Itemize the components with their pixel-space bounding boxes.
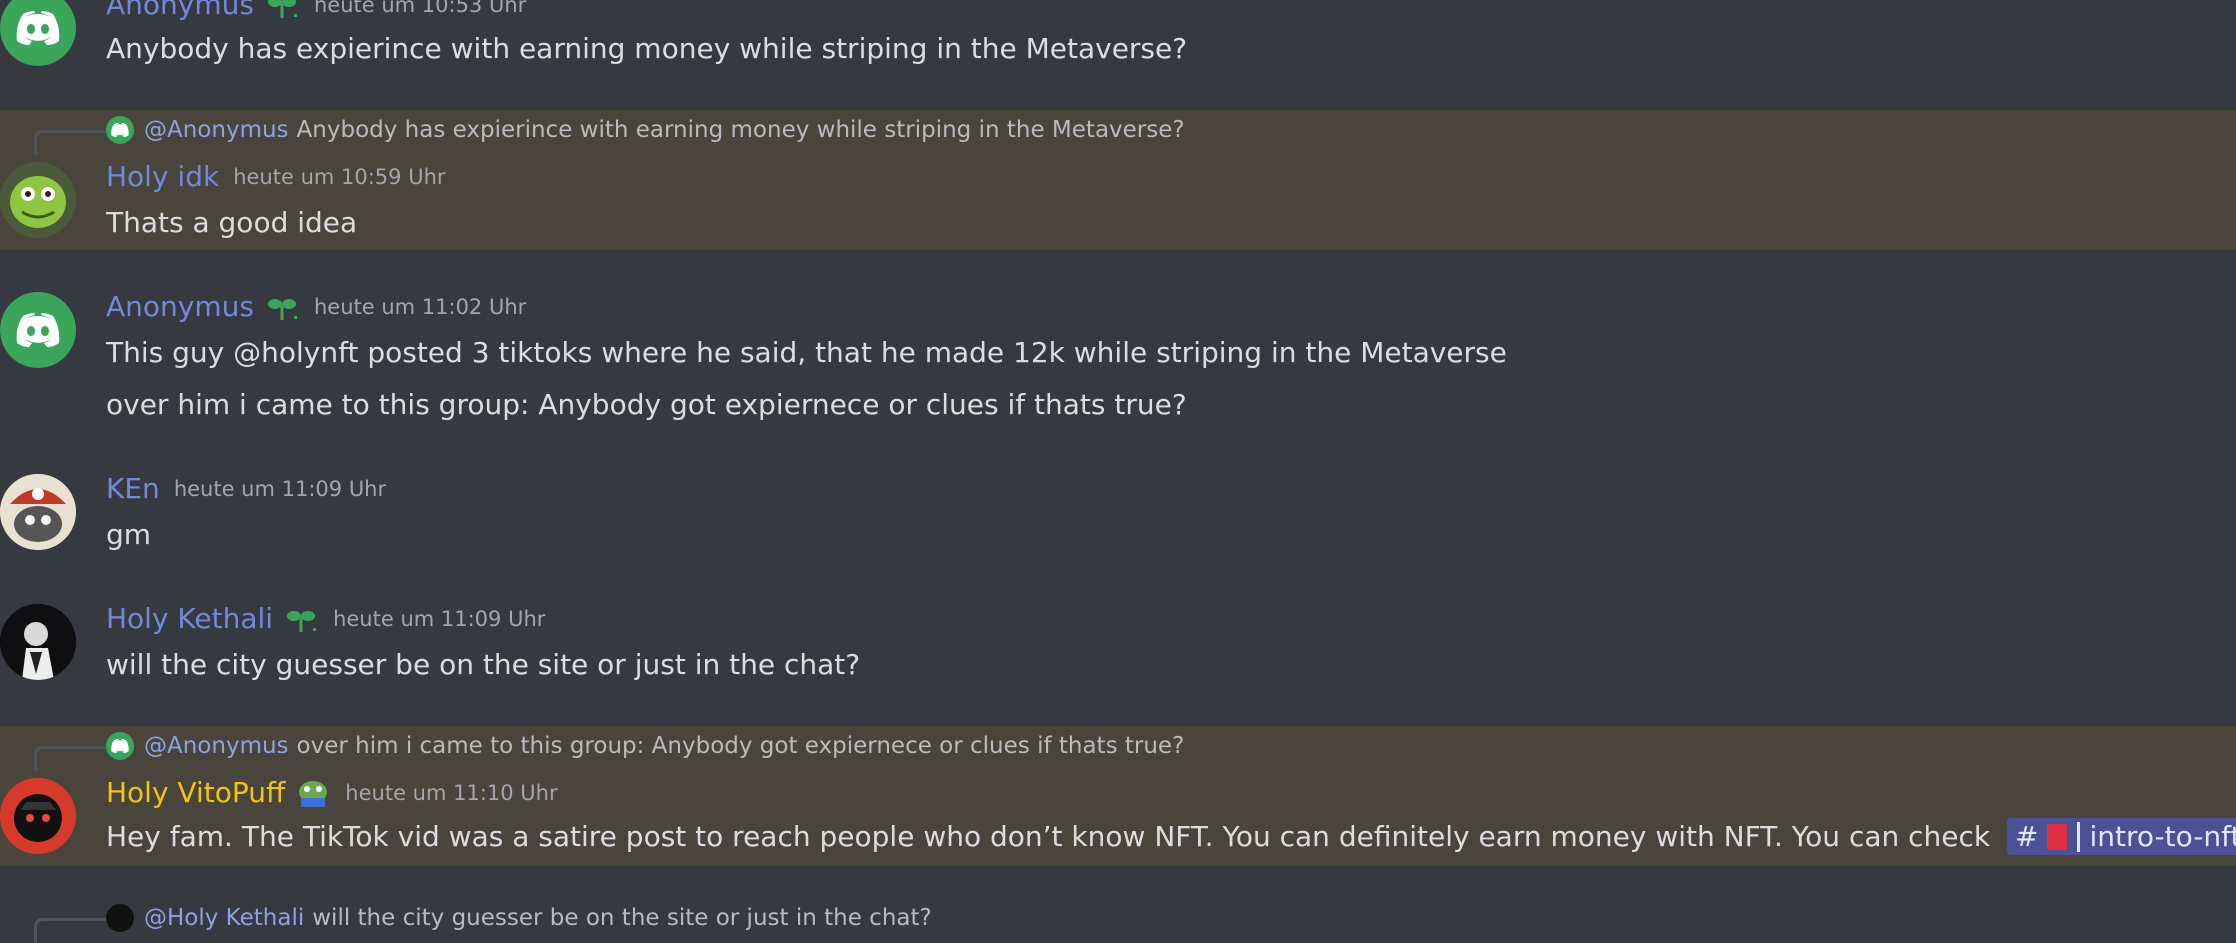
discord-logo-icon xyxy=(16,313,60,347)
timestamp: heute um 11:02 Uhr xyxy=(314,295,526,319)
pirate-avatar-icon xyxy=(0,474,76,550)
reply-text: will the city guesser be on the site or … xyxy=(312,905,931,931)
timestamp: heute um 11:10 Uhr xyxy=(345,781,557,805)
avatar[interactable] xyxy=(0,162,76,238)
reply-author[interactable]: @Holy Kethali xyxy=(144,905,304,931)
message-text: will the city guesser be on the site or … xyxy=(106,648,860,681)
message-text: Hey fam. The TikTok vid was a satire pos… xyxy=(106,820,2236,853)
avatar[interactable] xyxy=(0,292,76,368)
message-text-content: Hey fam. The TikTok vid was a satire pos… xyxy=(106,820,1990,853)
author-name[interactable]: Anonymus xyxy=(106,0,254,21)
mini-avatar xyxy=(106,904,134,932)
reply-preview[interactable]: @Holy Kethali will the city guesser be o… xyxy=(106,904,932,932)
message-text: gm xyxy=(106,518,151,551)
discord-logo-icon xyxy=(111,739,129,753)
divider-bar-icon xyxy=(2077,822,2080,852)
avatar[interactable] xyxy=(0,0,76,66)
author-name[interactable]: Anonymus xyxy=(106,290,254,323)
message: Anonymus heute um 10:53 Uhr Anybody has … xyxy=(0,0,2236,70)
avatar[interactable] xyxy=(0,778,76,854)
puffer-avatar-icon xyxy=(0,778,76,854)
mini-avatar xyxy=(106,732,134,760)
avatar[interactable] xyxy=(0,604,76,680)
sprout-icon xyxy=(283,604,319,634)
discord-logo-icon xyxy=(16,11,60,45)
message: Holy Kethali heute um 11:09 Uhr will the… xyxy=(0,590,2236,700)
message-text: Thats a good idea xyxy=(106,206,357,239)
sprout-icon xyxy=(264,292,300,322)
sprout-icon xyxy=(264,0,300,20)
timestamp: heute um 10:59 Uhr xyxy=(233,165,445,189)
author-name[interactable]: KEn xyxy=(106,472,160,505)
message-text: Anybody has expierince with earning mone… xyxy=(106,32,1187,65)
discord-logo-icon xyxy=(111,123,129,137)
timestamp: heute um 11:09 Uhr xyxy=(333,607,545,631)
mini-avatar xyxy=(106,116,134,144)
message: @Anonymus Anybody has expierince with ea… xyxy=(0,110,2236,250)
timestamp: heute um 10:53 Uhr xyxy=(314,0,526,17)
reply-author[interactable]: @Anonymus xyxy=(144,117,289,143)
author-name[interactable]: Holy Kethali xyxy=(106,602,273,635)
reply-author[interactable]: @Anonymus xyxy=(144,733,289,759)
reply-text: over him i came to this group: Anybody g… xyxy=(297,733,1185,759)
reply-text: Anybody has expierince with earning mone… xyxy=(297,117,1185,143)
timestamp: heute um 11:09 Uhr xyxy=(174,477,386,501)
reply-spine xyxy=(34,918,109,943)
author-name[interactable]: Holy idk xyxy=(106,160,219,193)
reply-preview[interactable]: @Anonymus Anybody has expierince with ea… xyxy=(106,116,1185,144)
reply-spine xyxy=(34,746,109,771)
reply-preview[interactable]: @Anonymus over him i came to this group:… xyxy=(106,732,1184,760)
red-book-icon xyxy=(2047,824,2067,850)
anime-character-avatar-icon xyxy=(0,604,76,680)
reply-spine xyxy=(34,130,109,155)
hash-icon: # xyxy=(2015,820,2038,853)
message: Anonymus heute um 11:02 Uhr This guy @ho… xyxy=(0,280,2236,430)
avatar[interactable] xyxy=(0,474,76,550)
message: @Anonymus over him i came to this group:… xyxy=(0,726,2236,866)
message: KEn heute um 11:09 Uhr gm xyxy=(0,460,2236,570)
message-text: This guy @holynft posted 3 tiktoks where… xyxy=(106,336,1507,369)
green-monster-avatar-icon xyxy=(0,162,76,238)
message: @Holy Kethali will the city guesser be o… xyxy=(0,898,2236,938)
channel-name: intro-to-nfts xyxy=(2090,820,2236,853)
author-name[interactable]: Holy VitoPuff xyxy=(106,776,285,809)
channel-mention[interactable]: # intro-to-nfts xyxy=(2007,818,2236,855)
message-text: over him i came to this group: Anybody g… xyxy=(106,388,1187,421)
pepe-emoji-icon xyxy=(295,778,331,808)
